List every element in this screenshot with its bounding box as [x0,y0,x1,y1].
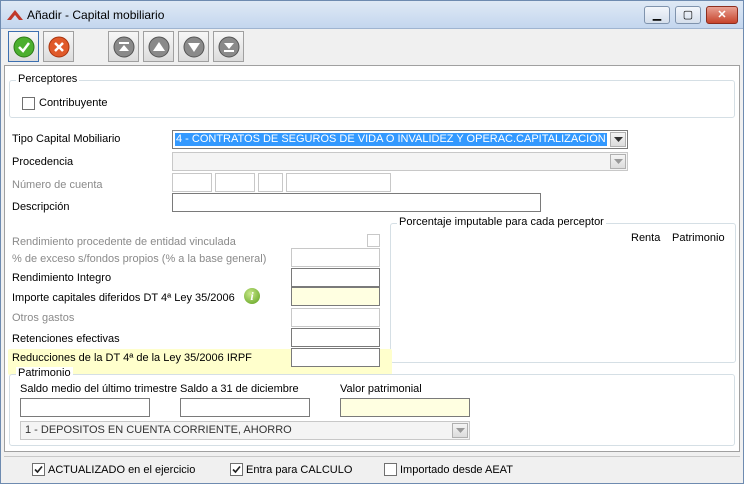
info-icon[interactable]: i [244,288,260,304]
porcentaje-group: Porcentaje imputable para cada perceptor… [390,216,736,363]
reducciones-label: Reducciones de la DT 4ª de la Ley 35/200… [12,352,252,364]
saldo-medio-field[interactable] [20,398,150,417]
perceptores-title: Perceptores [16,73,80,85]
rend-integro-label: Rendimiento Integro [12,272,112,284]
cuenta-oficina-field[interactable] [215,173,255,192]
contribuyente-label: Contribuyente [39,97,108,109]
last-record-button[interactable] [213,31,244,62]
saldo-31-field[interactable] [180,398,310,417]
numero-cuenta-label: Número de cuenta [12,179,103,191]
retenciones-label: Retenciones efectivas [12,333,120,345]
exceso-label: % de exceso s/fondos propios (% a la bas… [12,253,267,265]
procedencia-label: Procedencia [12,156,74,168]
first-record-button[interactable] [108,31,139,62]
chevron-down-icon[interactable] [610,154,626,169]
reducciones-field[interactable] [291,348,380,367]
title-bar[interactable]: Añadir - Capital mobiliario ▁ ▢ ✕ [1,1,743,29]
patrimonio-column-header: Patrimonio [672,232,725,244]
chevron-down-icon[interactable] [452,423,468,438]
close-button[interactable]: ✕ [706,6,738,24]
procedencia-select[interactable] [172,152,628,171]
last-icon [218,36,240,58]
status-bar: ACTUALIZADO en el ejercicio Entra para C… [4,456,740,482]
previous-record-button[interactable] [143,31,174,62]
cuenta-entidad-field[interactable] [172,173,212,192]
actualizado-label: ACTUALIZADO en el ejercicio [48,464,196,476]
valor-patrimonial-field[interactable] [340,398,470,417]
rend-entidad-label: Rendimiento procedente de entidad vincul… [12,236,236,248]
tipo-capital-select[interactable]: 4 - CONTRATOS DE SEGUROS DE VIDA O INVAL… [172,130,628,149]
tipo-capital-value: 4 - CONTRATOS DE SEGUROS DE VIDA O INVAL… [175,133,607,146]
check-icon [13,36,35,58]
first-icon [113,36,135,58]
next-record-button[interactable] [178,31,209,62]
form-panel: Perceptores Contribuyente Tipo Capital M… [4,65,740,452]
renta-column-header: Renta [631,232,661,244]
chevron-down-icon[interactable] [610,132,626,147]
importado-checkbox[interactable] [384,463,397,476]
saldo-medio-label: Saldo medio del último trimestre [20,383,178,395]
checkmark-icon [34,465,43,474]
exceso-field[interactable] [291,248,380,267]
checkmark-icon [232,465,241,474]
actualizado-checkbox[interactable] [32,463,45,476]
rend-integro-field[interactable] [291,268,380,287]
contribuyente-checkbox[interactable] [22,97,35,110]
descripcion-label: Descripción [12,201,70,213]
importe-diferidos-label: Importe capitales diferidos DT 4ª Ley 35… [12,292,235,304]
importado-label: Importado desde AEAT [400,464,513,476]
app-logo-icon [7,10,23,20]
patrimonio-tipo-value: 1 - DEPOSITOS EN CUENTA CORRIENTE, AHORR… [25,424,292,436]
rend-entidad-checkbox[interactable] [367,234,380,247]
saldo-31-label: Saldo a 31 de diciembre [180,383,299,395]
toolbar [2,30,742,62]
porcentaje-title: Porcentaje imputable para cada perceptor [397,216,606,228]
otros-gastos-label: Otros gastos [12,312,75,324]
window-title: Añadir - Capital mobiliario [27,8,165,22]
cuenta-dc-field[interactable] [258,173,283,192]
accept-button[interactable] [8,31,39,62]
previous-icon [148,36,170,58]
patrimonio-title: Patrimonio [16,367,73,379]
cancel-icon [48,36,70,58]
dialog-window: Añadir - Capital mobiliario ▁ ▢ ✕ Percep… [0,0,744,484]
otros-gastos-field[interactable] [291,308,380,327]
patrimonio-tipo-select[interactable]: 1 - DEPOSITOS EN CUENTA CORRIENTE, AHORR… [20,421,470,440]
perceptores-group: Perceptores Contribuyente [9,73,735,118]
minimize-button[interactable]: ▁ [644,6,670,24]
patrimonio-group: Patrimonio Saldo medio del último trimes… [9,367,735,446]
cuenta-numero-field[interactable] [286,173,391,192]
entra-calculo-checkbox[interactable] [230,463,243,476]
importe-diferidos-field[interactable] [291,287,380,306]
entra-calculo-label: Entra para CALCULO [246,464,353,476]
descripcion-field[interactable] [172,193,541,212]
maximize-button[interactable]: ▢ [675,6,701,24]
tipo-capital-label: Tipo Capital Mobiliario [12,133,121,145]
next-icon [183,36,205,58]
valor-patrimonial-label: Valor patrimonial [340,383,422,395]
retenciones-field[interactable] [291,328,380,347]
cancel-button[interactable] [43,31,74,62]
